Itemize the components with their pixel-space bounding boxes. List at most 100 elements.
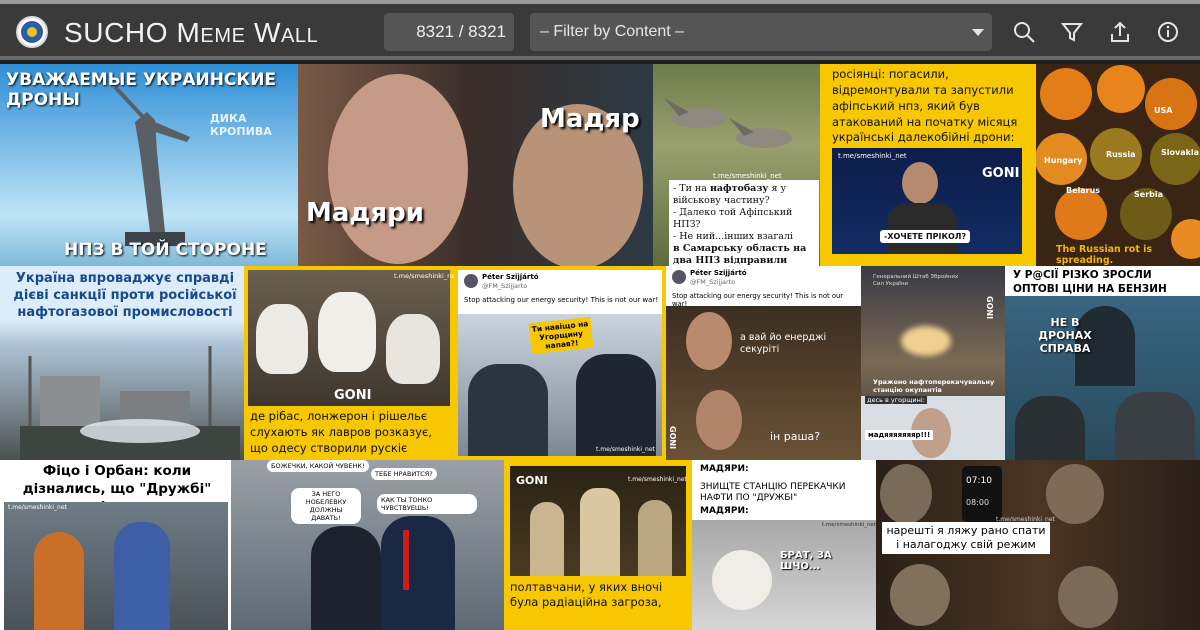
meme-tile-9[interactable]: Péter Szijjártó @FM_Szijjarto Stop attac… — [666, 266, 861, 460]
meme-5-label-1: USA — [1154, 106, 1173, 115]
man-hat-left — [1015, 396, 1085, 460]
meme-tile-12[interactable]: Фіцо і Орбан: коли дізнались, що "Дружбі… — [0, 460, 231, 630]
meme-4-bubble: -ХОЧЕТЕ ПРІКОЛ? — [880, 230, 971, 243]
meme-10-caption: Уражено нафтоперекачувальну станцію окуп… — [873, 378, 995, 394]
meme-15-bubble: БРАТ, ЗА ШЧО... — [780, 550, 832, 572]
meme-9-name: Péter Szijjártó — [690, 269, 747, 277]
sucho-logo[interactable] — [16, 16, 48, 48]
man-navy-suit — [381, 516, 455, 630]
logo-sun — [27, 27, 37, 37]
meme-3-line6: два НПЗ відправили — [673, 255, 788, 266]
meme-11-title: У Р@СІЇ РІЗКО ЗРОСЛИ ОПТОВІ ЦІНИ НА БЕНЗ… — [1005, 266, 1200, 296]
meme-tile-14[interactable]: GONI t.me/smeshinki_net полтавчани, у як… — [504, 460, 692, 630]
meme-1-watermark: ДИКА КРОПИВА — [210, 112, 272, 138]
meme-5-label-3: Russia — [1106, 150, 1136, 159]
meme-5-label-4: Slovakia — [1161, 148, 1200, 157]
meme-3-caption: - Ти на нафтобазу я у військову частину?… — [669, 180, 819, 266]
oranges-image — [1036, 65, 1200, 259]
meme-15-photo: t.me/smeshinki_net БРАТ, ЗА ШЧО... — [692, 520, 876, 630]
meme-5-label-6: Serbia — [1134, 190, 1163, 199]
meme-4-text: росіянці: погасили, відремонтували та за… — [832, 67, 1018, 129]
person-head — [902, 162, 938, 204]
avatar — [464, 274, 478, 288]
figure-2 — [580, 488, 620, 576]
man-left — [468, 364, 548, 456]
gru-face-4 — [1058, 566, 1118, 628]
filter-icon[interactable] — [1058, 18, 1086, 46]
face-bottom — [696, 390, 742, 450]
meme-8-at: @FM_Szijjarto — [482, 282, 528, 290]
man-orange-shirt — [34, 532, 84, 630]
face-left — [328, 74, 468, 264]
meme-10-bubble: мадяяяяяяяр!!! — [865, 430, 934, 440]
share-icon[interactable] — [1106, 18, 1134, 46]
meme-14-brand: GONI — [516, 474, 548, 487]
meme-1-title: УВАЖАЕМЫЕ УКРАИНСКИЕ ДРОНЫ — [6, 70, 277, 110]
meme-15-line3: МАДЯРИ: — [700, 506, 749, 516]
gru-face-3 — [890, 564, 950, 626]
man-dark-suit — [311, 526, 381, 630]
red-tie — [403, 530, 409, 590]
meme-tile-6[interactable]: Україна впроваджує справді дієві санкції… — [0, 266, 244, 460]
meme-tile-15[interactable]: МАДЯРИ: ЗНИЩТЕ СТАНЦІЮ ПЕРЕКАЧКИ НАФТИ П… — [692, 460, 876, 630]
meme-7-photo: t.me/smeshinki_net GONI — [248, 270, 454, 406]
meme-5-caption: The Russian rot is spreading. — [1056, 244, 1153, 266]
meme-7-handle: t.me/smeshinki_net — [394, 272, 454, 280]
meme-tile-3[interactable]: t.me/smeshinki_net - Ти на нафтобазу я у… — [653, 64, 820, 266]
wolf-2 — [318, 292, 376, 372]
gru-face-1 — [880, 464, 932, 524]
man-hat-right — [1115, 392, 1195, 460]
meme-3-line3: - Далеко той Афіпський НПЗ? — [673, 207, 793, 230]
meme-15-line2: ЗНИЩТЕ СТАНЦІЮ ПЕРЕКАЧКИ НАФТИ ПО "ДРУЖБ… — [700, 482, 846, 503]
avatar — [672, 270, 686, 284]
meme-5-label-2: Hungary — [1044, 156, 1083, 165]
meme-7-brand: GONI — [334, 388, 372, 403]
meme-16-caption: нарешті я ляжу рано спати і налагоджу св… — [882, 522, 1050, 554]
meme-tile-16[interactable]: 07:10 08:00 t.me/smeshinki_net нарешті я… — [876, 460, 1200, 630]
cat-image — [712, 550, 772, 610]
man-right — [576, 354, 656, 456]
meme-10-lower: десь в угорщині: мадяяяяяяяр!!! — [861, 396, 1005, 460]
meme-8-card: Péter Szijjártó @FM_Szijjarto Stop attac… — [458, 270, 662, 456]
info-icon[interactable] — [1154, 18, 1182, 46]
meme-tile-2[interactable]: Мадяри Мадяр — [298, 64, 653, 266]
meme-13-bubble1: БОЖЕЧКИ, КАКОЙ ЧУВЕНК! — [267, 460, 369, 472]
meme-tile-7[interactable]: t.me/smeshinki_net GONI де рібас, лонжер… — [244, 266, 454, 460]
meme-3-handle: t.me/smeshinki_net — [713, 172, 782, 180]
meme-12-photo: t.me/smeshinki_net — [4, 502, 228, 630]
figure-3 — [638, 500, 672, 576]
search-icon[interactable] — [1010, 18, 1038, 46]
meme-wall: УВАЖАЕМЫЕ УКРАИНСКИЕ ДРОНЫ ДИКА КРОПИВА … — [0, 64, 1200, 630]
meme-tile-11[interactable]: У Р@СІЇ РІЗКО ЗРОСЛИ ОПТОВІ ЦІНИ НА БЕНЗ… — [1005, 266, 1200, 460]
figure-1 — [530, 502, 564, 576]
meme-8-tweet: Stop attacking our energy security! This… — [464, 296, 659, 304]
meme-15-line1: МАДЯРИ: — [700, 464, 749, 474]
meme-13-bubble2: ТЕБЕ НРАВИТСЯ? — [371, 468, 437, 480]
meme-tile-1[interactable]: УВАЖАЕМЫЕ УКРАИНСКИЕ ДРОНЫ ДИКА КРОПИВА … — [0, 64, 298, 266]
meme-tile-10[interactable]: Генеральний Штаб Збройних Сил України GO… — [861, 266, 1005, 460]
meme-tile-8[interactable]: Péter Szijjártó @FM_Szijjarto Stop attac… — [454, 266, 666, 460]
face-top — [686, 312, 732, 370]
meme-1-bottom: НПЗ В ТОЙ СТОРОНЕ — [64, 240, 267, 260]
content-filter-select[interactable]: – Filter by Content – — [530, 13, 992, 51]
meme-9-at: @FM_Szijjarto — [690, 278, 736, 286]
meme-3-line5: в Самарську область на — [673, 243, 807, 254]
app-header: SUCHO Meme Wall 8321 / 8321 – Filter by … — [0, 4, 1200, 60]
meme-2-left-label: Мадяри — [306, 198, 424, 228]
wolf-3 — [386, 314, 440, 384]
meme-13-bubble3: ЗА НЕГО НОБЕЛЕВКУ ДОЛЖНЫ ДАВАТЬ! — [291, 488, 361, 524]
meme-10-brand: GONI — [985, 296, 994, 320]
meme-7-caption: де рібас, лонжерон і рішельє слухають як… — [250, 409, 432, 455]
meme-3-line4: - Не ний...інших взагалі — [673, 231, 794, 242]
meme-tile-4[interactable]: росіянці: погасили, відремонтували та за… — [820, 64, 1036, 266]
meme-4-handle: t.me/smeshinki_net — [838, 152, 907, 160]
meme-15-handle: t.me/smeshinki_net — [822, 522, 876, 528]
meme-tile-13[interactable]: БОЖЕЧКИ, КАКОЙ ЧУВЕНК! ТЕБЕ НРАВИТСЯ? ЗА… — [231, 460, 504, 630]
meme-11-bubble: НЕ В ДРОНАХ СПРАВА — [1038, 316, 1092, 355]
meme-3-line1: - Ти на нафтобазу я у — [673, 183, 787, 194]
meme-tile-5[interactable]: USA Hungary Russia Slovakia Belarus Serb… — [1036, 64, 1200, 266]
meme-12-handle: t.me/smeshinki_net — [8, 504, 67, 511]
meme-4-brand: GONI — [982, 166, 1020, 181]
man-blue-shirt — [114, 522, 170, 630]
meme-10-source: Генеральний Штаб Збройних Сил України — [873, 274, 959, 287]
